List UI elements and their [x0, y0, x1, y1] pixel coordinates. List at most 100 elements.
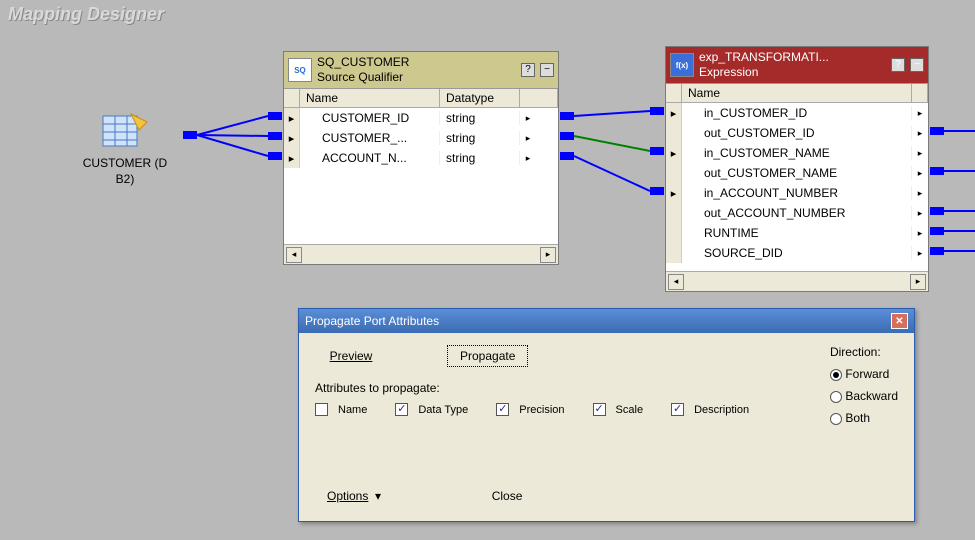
datatype-checkbox[interactable]: ✓ [395, 403, 408, 416]
exp-out-port-ext[interactable] [930, 207, 944, 215]
exp-header[interactable]: f(x) exp_TRANSFORMATI... Expression ? − [666, 47, 928, 84]
exp-cell: out_CUSTOMER_ID [682, 126, 912, 140]
row-handle[interactable] [666, 223, 682, 243]
exp-out-port[interactable]: ▸ [912, 163, 928, 183]
exp-title: exp_TRANSFORMATI... [699, 50, 886, 65]
exp-out-port[interactable]: ▸ [912, 223, 928, 243]
exp-out-port[interactable]: ▸ [912, 203, 928, 223]
exp-row[interactable]: SOURCE_DID▸ [666, 243, 928, 263]
exp-out-port-ext[interactable] [930, 127, 944, 135]
sq-row[interactable]: ▸ CUSTOMER_... string ▸ [284, 128, 558, 148]
exp-out-port[interactable]: ▸ [912, 143, 928, 163]
precision-checkbox[interactable]: ✓ [496, 403, 509, 416]
sq-out-port[interactable] [560, 112, 574, 120]
direction-label: Direction: [830, 345, 898, 359]
exp-out-port-ext[interactable] [930, 227, 944, 235]
sq-icon: SQ [288, 58, 312, 82]
propagate-button[interactable]: Propagate [447, 345, 528, 367]
sq-col-name[interactable]: Name [300, 89, 440, 107]
exp-cell: in_CUSTOMER_NAME [682, 146, 912, 160]
row-handle[interactable] [666, 243, 682, 263]
exp-in-port[interactable] [650, 147, 664, 155]
sq-col-datatype[interactable]: Datatype [440, 89, 520, 107]
sq-row[interactable]: ▸ CUSTOMER_ID string ▸ [284, 108, 558, 128]
sq-out-port[interactable]: ▸ [520, 108, 536, 128]
backward-radio[interactable] [830, 391, 842, 403]
description-checkbox[interactable]: ✓ [671, 403, 684, 416]
exp-transformation-box[interactable]: f(x) exp_TRANSFORMATI... Expression ? − … [665, 46, 929, 292]
scale-checkbox-label: Scale [616, 404, 644, 416]
exp-cell: RUNTIME [682, 226, 912, 240]
minimize-button[interactable]: − [540, 63, 554, 77]
scroll-left-button[interactable]: ◂ [668, 274, 684, 290]
exp-cell: in_ACCOUNT_NUMBER [682, 186, 912, 200]
scroll-left-button[interactable]: ◂ [286, 247, 302, 263]
help-button[interactable]: ? [891, 58, 905, 72]
row-handle[interactable]: ▸ [284, 108, 300, 128]
row-handle[interactable]: ▸ [284, 148, 300, 168]
exp-row[interactable]: ▸in_ACCOUNT_NUMBER▸ [666, 183, 928, 203]
minimize-button[interactable]: − [910, 58, 924, 72]
sq-cell-dt: string [440, 111, 520, 125]
backward-radio-label: Backward [845, 389, 898, 403]
both-radio[interactable] [830, 413, 842, 425]
sq-customer-box[interactable]: SQ SQ_CUSTOMER Source Qualifier ? − Name… [283, 51, 559, 265]
datatype-checkbox-label: Data Type [418, 404, 468, 416]
scale-checkbox[interactable]: ✓ [593, 403, 606, 416]
row-handle[interactable]: ▸ [666, 103, 682, 123]
row-handle[interactable] [666, 203, 682, 223]
row-handle[interactable]: ▸ [284, 128, 300, 148]
exp-out-port[interactable]: ▸ [912, 243, 928, 263]
sq-out-port[interactable]: ▸ [520, 148, 536, 168]
exp-subtitle: Expression [699, 65, 886, 80]
exp-in-port[interactable] [650, 187, 664, 195]
exp-in-port[interactable] [650, 107, 664, 115]
sq-subtitle: Source Qualifier [317, 70, 516, 85]
forward-radio[interactable] [830, 369, 842, 381]
close-button[interactable]: Close [471, 485, 543, 507]
sq-cell-name: CUSTOMER_... [300, 131, 440, 145]
scroll-right-button[interactable]: ▸ [910, 274, 926, 290]
sq-out-port[interactable] [560, 132, 574, 140]
source-label-line2: B2) [75, 172, 175, 188]
exp-out-port[interactable]: ▸ [912, 183, 928, 203]
source-customer[interactable]: CUSTOMER (D B2) [75, 108, 175, 187]
sq-cell-name: ACCOUNT_N... [300, 151, 440, 165]
sq-out-port[interactable] [560, 152, 574, 160]
source-out-port[interactable] [183, 131, 197, 139]
exp-out-port-ext[interactable] [930, 247, 944, 255]
exp-out-port[interactable]: ▸ [912, 103, 928, 123]
propagate-dialog: Propagate Port Attributes ✕ Preview Prop… [298, 308, 915, 522]
row-handle[interactable] [666, 123, 682, 143]
exp-cell: SOURCE_DID [682, 246, 912, 260]
options-button[interactable]: Options ▾ [315, 485, 393, 507]
name-checkbox[interactable] [315, 403, 328, 416]
exp-row[interactable]: out_CUSTOMER_ID▸ [666, 123, 928, 143]
row-handle[interactable]: ▸ [666, 143, 682, 163]
exp-row[interactable]: out_CUSTOMER_NAME▸ [666, 163, 928, 183]
preview-button[interactable]: Preview [315, 345, 387, 367]
sq-cell-name: CUSTOMER_ID [300, 111, 440, 125]
close-icon[interactable]: ✕ [891, 313, 908, 329]
exp-row[interactable]: RUNTIME▸ [666, 223, 928, 243]
sq-row[interactable]: ▸ ACCOUNT_N... string ▸ [284, 148, 558, 168]
sq-in-port[interactable] [268, 152, 282, 160]
dialog-titlebar[interactable]: Propagate Port Attributes ✕ [299, 309, 914, 333]
exp-row[interactable]: ▸in_CUSTOMER_ID▸ [666, 103, 928, 123]
scroll-right-button[interactable]: ▸ [540, 247, 556, 263]
database-table-icon [101, 108, 149, 152]
sq-out-port[interactable]: ▸ [520, 128, 536, 148]
row-handle[interactable] [666, 163, 682, 183]
designer-title: Mapping Designer [8, 4, 164, 25]
row-handle[interactable]: ▸ [666, 183, 682, 203]
exp-row[interactable]: ▸in_CUSTOMER_NAME▸ [666, 143, 928, 163]
sq-in-port[interactable] [268, 132, 282, 140]
sq-in-port[interactable] [268, 112, 282, 120]
exp-row[interactable]: out_ACCOUNT_NUMBER▸ [666, 203, 928, 223]
exp-cell: out_CUSTOMER_NAME [682, 166, 912, 180]
exp-out-port[interactable]: ▸ [912, 123, 928, 143]
help-button[interactable]: ? [521, 63, 535, 77]
exp-col-name[interactable]: Name [682, 84, 912, 102]
sq-header[interactable]: SQ SQ_CUSTOMER Source Qualifier ? − [284, 52, 558, 89]
exp-out-port-ext[interactable] [930, 167, 944, 175]
